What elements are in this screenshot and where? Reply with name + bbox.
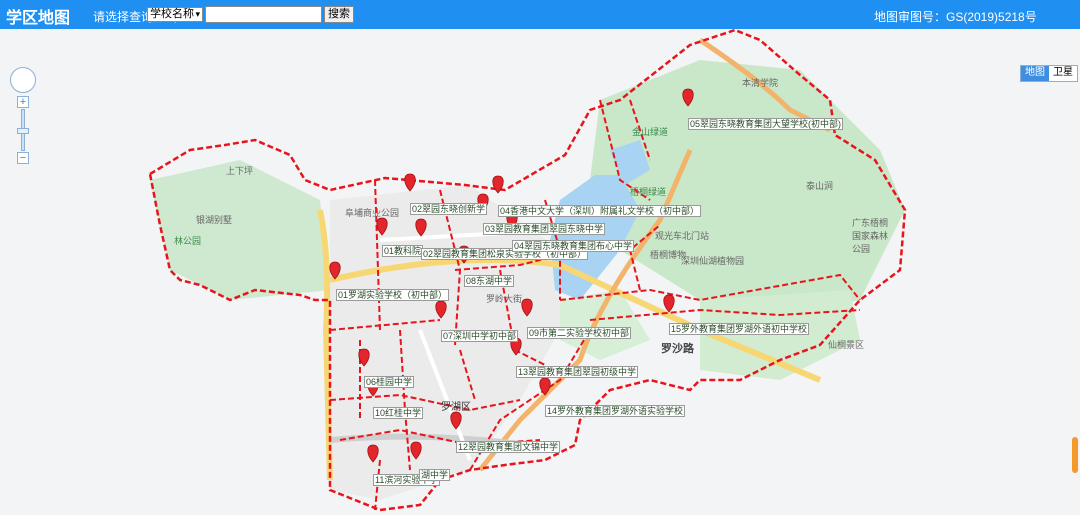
school-label[interactable]: 04香港中文大学（深圳）附属礼文学校（初中部） bbox=[498, 205, 702, 217]
pan-control[interactable] bbox=[10, 67, 36, 93]
place-label: 泰山涧 bbox=[806, 181, 834, 191]
search-button[interactable]: 搜索 bbox=[324, 6, 354, 23]
search-input[interactable] bbox=[205, 6, 322, 23]
road-label: 罗沙路 bbox=[661, 343, 694, 355]
school-label[interactable]: 14罗外教育集团罗湖外语实验学校 bbox=[545, 405, 686, 417]
place-label: 本清学院 bbox=[742, 78, 779, 88]
map-type-satellite[interactable]: 卫星 bbox=[1049, 66, 1077, 81]
school-label[interactable]: 13翠园教育集团翠园初级中学 bbox=[516, 366, 639, 378]
school-label[interactable]: 湖中学 bbox=[419, 469, 451, 481]
school-label[interactable]: 07深圳中学初中部 bbox=[441, 330, 519, 342]
school-label[interactable]: 12翠园教育集团文锦中学 bbox=[456, 441, 561, 453]
place-label: 仙桐景区 bbox=[828, 340, 865, 350]
school-label[interactable]: 06桂园中学 bbox=[364, 376, 415, 388]
green-area bbox=[150, 160, 330, 300]
map-type-map[interactable]: 地图 bbox=[1021, 66, 1049, 81]
school-label[interactable]: 02翠园东晓创新学 bbox=[410, 203, 488, 215]
district-label: 罗湖区 bbox=[441, 402, 471, 413]
school-label[interactable]: 01罗湖实验学校（初中部） bbox=[336, 289, 450, 301]
place-label: 林公园 bbox=[174, 236, 202, 246]
place-label: 银湖别墅 bbox=[196, 215, 233, 225]
school-label[interactable]: 01教科院 bbox=[382, 245, 424, 257]
map-approval-number: 地图审图号：GS(2019)5218号 bbox=[874, 10, 1037, 24]
zoom-out-button[interactable]: − bbox=[17, 152, 29, 164]
place-label: 金山绿道 bbox=[632, 127, 669, 137]
zoom-in-button[interactable]: + bbox=[17, 96, 29, 108]
school-label[interactable]: 09市第二实验学校初中部 bbox=[527, 327, 632, 339]
school-label[interactable]: 05翠园东晓教育集团大望学校(初中部) bbox=[688, 118, 844, 130]
app-title: 学区地图 bbox=[6, 10, 71, 27]
school-label[interactable]: 10红桂中学 bbox=[373, 407, 424, 419]
map-canvas[interactable]: 上下坪 银湖别墅 林公园 阜埔商业公园 金山绿道 梧桐绿道 梧桐博物 深圳仙湖植… bbox=[0, 29, 1080, 515]
zoom-slider-handle[interactable] bbox=[17, 128, 29, 134]
place-label: 观光车北门站 bbox=[655, 231, 710, 241]
header-bar: 学区地图 请选择查询方式: 学校名称 ▾ 搜索 地图审图号：GS(2019)52… bbox=[0, 0, 1080, 29]
chevron-down-icon: ▾ bbox=[195, 9, 200, 19]
school-label[interactable]: 03翠园教育集团翠园东晓中学 bbox=[483, 223, 606, 235]
scroll-handle[interactable] bbox=[1072, 437, 1078, 473]
place-label: 梧桐绿道 bbox=[630, 187, 667, 197]
query-mode-value: 学校名称 bbox=[150, 8, 194, 20]
map-pin-icon[interactable] bbox=[663, 294, 675, 313]
map-pin-icon[interactable] bbox=[404, 173, 416, 192]
school-label[interactable]: 15罗外教育集团罗湖外语初中学校 bbox=[669, 323, 810, 335]
map-type-switch: 地图 卫星 bbox=[1020, 65, 1078, 82]
place-label: 上下坪 bbox=[226, 166, 254, 176]
school-label[interactable]: 04翠园东晓教育集团布心中学 bbox=[512, 240, 635, 252]
query-mode-select[interactable]: 学校名称 ▾ bbox=[147, 7, 203, 22]
school-label[interactable]: 08东湖中学 bbox=[464, 275, 515, 287]
place-label: 广东梧桐国家森林公园 bbox=[852, 218, 889, 254]
place-label: 罗岭大街 bbox=[486, 294, 523, 304]
place-label: 深圳仙湖植物园 bbox=[681, 256, 745, 266]
place-label: 阜埔商业公园 bbox=[345, 208, 400, 218]
